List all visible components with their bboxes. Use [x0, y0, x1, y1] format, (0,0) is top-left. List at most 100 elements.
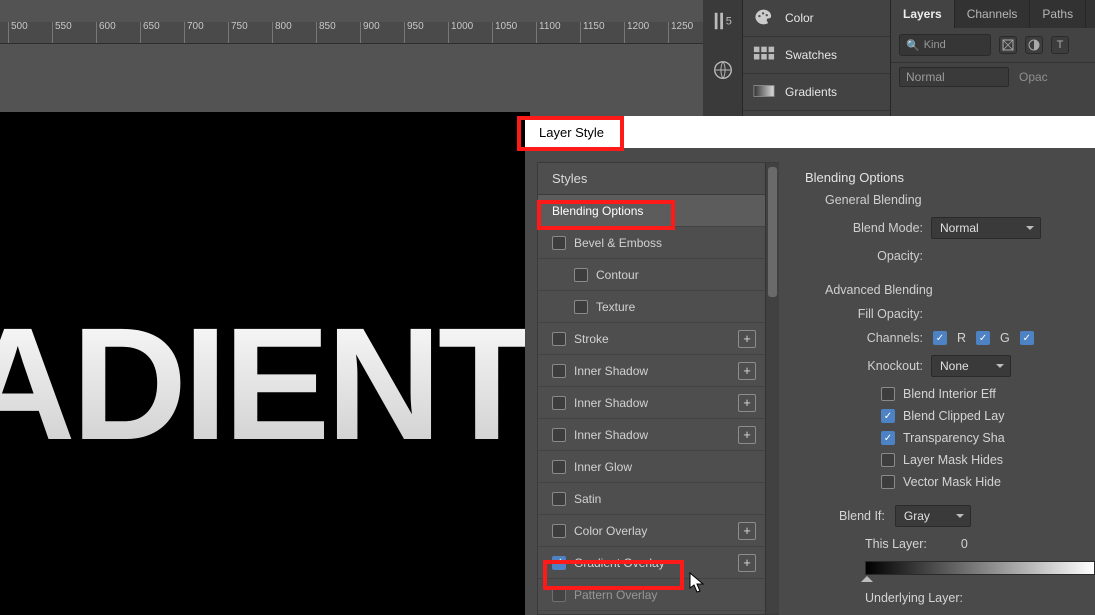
opacity-label: Opac	[1019, 70, 1048, 84]
add-effect-button[interactable]: +	[738, 554, 756, 572]
style-row-label: Color Overlay	[574, 524, 647, 538]
tab-channels[interactable]: Channels	[955, 0, 1031, 28]
filter-adjustment-icon[interactable]	[1025, 36, 1043, 54]
brush-settings-icon[interactable]: 5	[712, 10, 734, 37]
panel-tab-color[interactable]: Color	[743, 0, 890, 37]
style-row-satin[interactable]: Satin	[538, 483, 778, 515]
section-title: Blending Options	[805, 170, 1095, 185]
ruler-tick: 550	[52, 22, 102, 43]
opt-vector-mask-checkbox[interactable]	[881, 475, 895, 489]
sub-section-title: Advanced Blending	[805, 283, 1095, 297]
checkbox[interactable]	[552, 492, 566, 506]
panel-label: Color	[785, 11, 814, 25]
style-row-blending-options[interactable]: Blending Options	[538, 195, 778, 227]
style-row-label: Gradient Overlay	[574, 556, 665, 570]
dialog-titlebar[interactable]	[621, 116, 1095, 148]
ruler-tick: 900	[360, 22, 410, 43]
style-row-inner-shadow[interactable]: Inner Shadow +	[538, 355, 778, 387]
opt-transparency-checkbox[interactable]: ✓	[881, 431, 895, 445]
this-layer-slider[interactable]	[865, 561, 1095, 575]
ruler-tick: 650	[140, 22, 190, 43]
channel-r-checkbox[interactable]: ✓	[933, 331, 947, 345]
opt-label: Blend Interior Eff	[903, 387, 996, 401]
panel-tab-swatches[interactable]: Swatches	[743, 37, 890, 74]
style-row-label: Inner Shadow	[574, 396, 648, 410]
ruler-tick: 600	[96, 22, 146, 43]
glyphs-icon[interactable]	[712, 59, 734, 86]
style-row-inner-shadow[interactable]: Inner Shadow +	[538, 387, 778, 419]
add-effect-button[interactable]: +	[738, 394, 756, 412]
checkbox[interactable]	[552, 236, 566, 250]
ruler-tick: 1150	[580, 22, 630, 43]
svg-text:5: 5	[725, 16, 731, 28]
style-row-label: Stroke	[574, 332, 609, 346]
blend-if-select[interactable]: Gray	[895, 505, 971, 527]
tab-paths[interactable]: Paths	[1030, 0, 1086, 28]
filter-type-icon[interactable]: T	[1051, 36, 1069, 54]
layers-panel-tabs: Layers Channels Paths	[891, 0, 1095, 28]
tab-layers[interactable]: Layers	[891, 0, 955, 28]
ruler-tick: 1200	[624, 22, 674, 43]
knockout-label: Knockout:	[845, 359, 923, 373]
opt-interior-checkbox[interactable]	[881, 387, 895, 401]
style-row-label: Blending Options	[552, 204, 643, 218]
styles-header[interactable]: Styles	[538, 163, 778, 195]
this-layer-label: This Layer:	[865, 537, 927, 551]
opt-clipped-checkbox[interactable]: ✓	[881, 409, 895, 423]
checkbox[interactable]	[574, 268, 588, 282]
blending-options-pane: Blending Options General Blending Blend …	[779, 162, 1095, 615]
add-effect-button[interactable]: +	[738, 522, 756, 540]
panel-label: Gradients	[785, 85, 837, 99]
style-row-inner-glow[interactable]: Inner Glow	[538, 451, 778, 483]
ruler-tick: 800	[272, 22, 322, 43]
ruler-tick: 1100	[536, 22, 586, 43]
dialog-title: Layer Style	[525, 116, 621, 148]
checkbox[interactable]	[552, 428, 566, 442]
checkbox[interactable]	[552, 588, 566, 602]
style-row-inner-shadow[interactable]: Inner Shadow +	[538, 419, 778, 451]
panel-tab-gradients[interactable]: Gradients	[743, 74, 890, 111]
opt-layer-mask-checkbox[interactable]	[881, 453, 895, 467]
channel-b-checkbox[interactable]: ✓	[1020, 331, 1034, 345]
checkbox[interactable]	[552, 460, 566, 474]
swatches-icon	[753, 45, 775, 66]
underlying-layer-label: Underlying Layer:	[865, 591, 963, 605]
panel-label: Swatches	[785, 48, 837, 62]
style-row-color-overlay[interactable]: Color Overlay +	[538, 515, 778, 547]
style-row-label: Bevel & Emboss	[574, 236, 662, 250]
blend-mode-select[interactable]: Normal	[931, 217, 1041, 239]
scrollbar[interactable]	[765, 163, 779, 614]
add-effect-button[interactable]: +	[738, 330, 756, 348]
add-effect-button[interactable]: +	[738, 362, 756, 380]
checkbox[interactable]	[552, 364, 566, 378]
filter-pixel-icon[interactable]	[999, 36, 1017, 54]
ruler-tick: 850	[316, 22, 366, 43]
this-layer-value: 0	[961, 537, 968, 551]
checkbox[interactable]	[552, 524, 566, 538]
checkbox[interactable]	[574, 300, 588, 314]
slider-handle-icon[interactable]	[861, 570, 873, 582]
document-canvas[interactable]: ADIENT	[0, 112, 530, 615]
palette-icon	[753, 8, 775, 29]
checkbox[interactable]	[552, 332, 566, 346]
style-row-label: Contour	[596, 268, 639, 282]
style-row-bevel-emboss[interactable]: Bevel & Emboss	[538, 227, 778, 259]
style-row-pattern-overlay[interactable]: Pattern Overlay	[538, 579, 778, 611]
add-effect-button[interactable]: +	[738, 426, 756, 444]
knockout-select[interactable]: None	[931, 355, 1011, 377]
checkbox[interactable]	[552, 396, 566, 410]
opt-label: Vector Mask Hide	[903, 475, 1001, 489]
blend-mode-select[interactable]: Normal	[899, 67, 1009, 87]
style-row-contour[interactable]: Contour	[538, 259, 778, 291]
dock-icon-stripe: 5	[703, 0, 743, 120]
style-row-label: Satin	[574, 492, 601, 506]
scrollbar-thumb[interactable]	[768, 167, 777, 297]
channel-g-checkbox[interactable]: ✓	[976, 331, 990, 345]
layer-kind-select[interactable]: 🔍 Kind	[899, 34, 991, 56]
style-row-stroke[interactable]: Stroke +	[538, 323, 778, 355]
checkbox[interactable]: ✓	[552, 556, 566, 570]
style-row-gradient-overlay[interactable]: ✓ Gradient Overlay +	[538, 547, 778, 579]
style-row-texture[interactable]: Texture	[538, 291, 778, 323]
sub-section-title: General Blending	[805, 193, 1095, 207]
style-list: Styles Blending Options Bevel & Emboss C…	[537, 162, 779, 615]
